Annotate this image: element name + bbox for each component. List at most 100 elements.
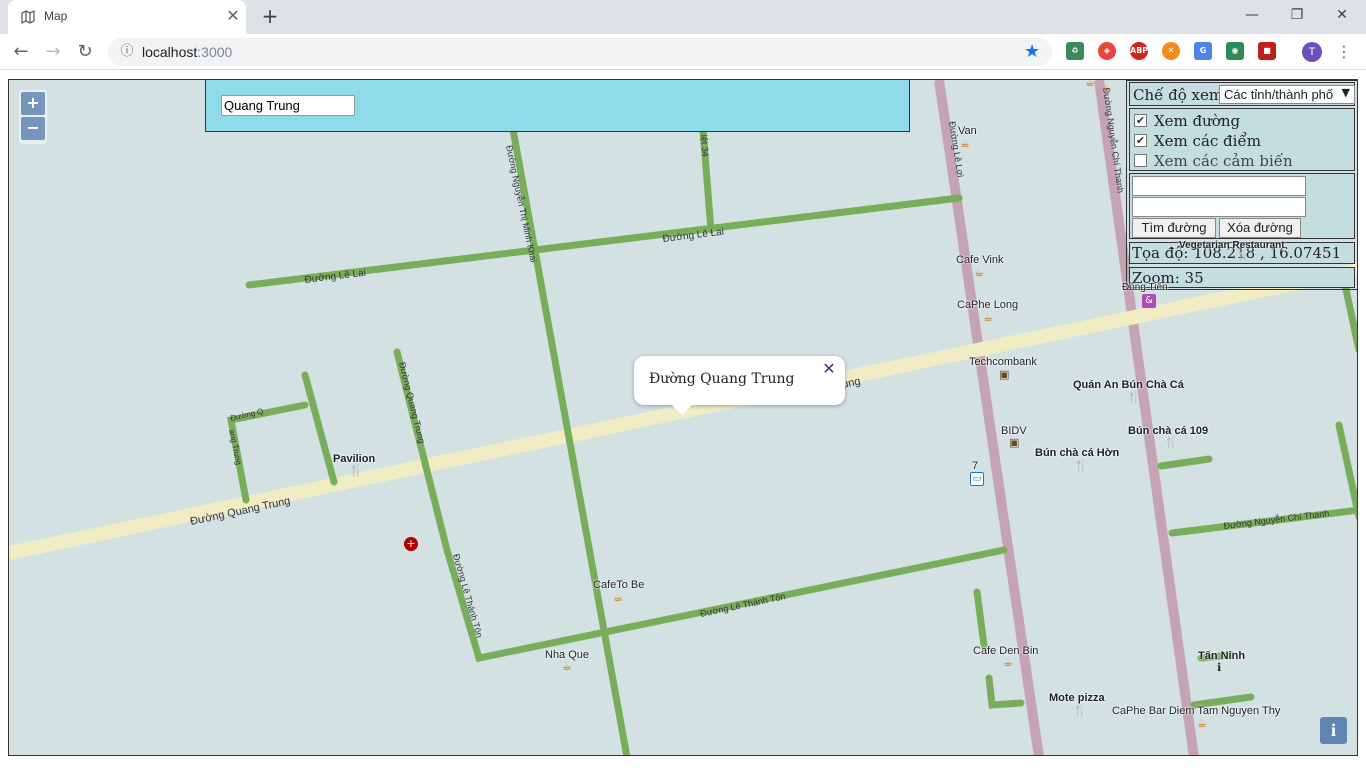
cafe-icon[interactable]: ☕	[974, 266, 984, 279]
restore-icon[interactable]: ❐	[1277, 4, 1317, 26]
layers-box: ✔ Xem đường ✔ Xem các điểm Xem các cảm b…	[1129, 108, 1355, 171]
shield-extension-icon[interactable]: ◈	[1098, 42, 1116, 60]
cafe-icon[interactable]: ☕	[1003, 656, 1013, 669]
cafe-icon[interactable]: ☕	[1085, 80, 1095, 89]
poi-tan-ninh-label: Tấn Ninh	[1198, 650, 1246, 662]
road-east-v[interactable]	[1335, 421, 1358, 520]
site-info-icon[interactable]: ⓘ	[118, 43, 136, 61]
road-small-e2[interactable]	[973, 588, 988, 649]
layer-points-checkbox[interactable]: ✔	[1134, 134, 1147, 147]
bookmark-star-icon[interactable]: ★	[1024, 41, 1040, 62]
cafe-icon[interactable]: ☕	[960, 137, 970, 150]
browser-tab-strip: Map ✕ + — ❐ ✕	[0, 0, 1366, 34]
attribution-info-button[interactable]: i	[1320, 717, 1347, 744]
url-text: localhost:3000	[142, 44, 232, 60]
back-icon[interactable]: ←	[8, 39, 34, 65]
popup-road-name: Đường Quang Trung	[649, 371, 795, 387]
road-small-e3[interactable]	[985, 674, 1025, 709]
restaurant-icon[interactable]: 🍴	[1164, 436, 1178, 449]
view-mode-box: Chế độ xem: Các tỉnh/thành phố ▼	[1129, 82, 1355, 106]
cafe-icon[interactable]: ☕	[613, 591, 623, 604]
poi-caphe-bar-label: CaPhe Bar Diem Tam Nguyen Thy	[1112, 705, 1281, 717]
poi-techcombank-label: Techcombank	[969, 356, 1037, 368]
view-mode-select[interactable]: Các tỉnh/thành phố ▼	[1219, 85, 1355, 104]
cafe-icon[interactable]: ☕	[1197, 717, 1207, 730]
restaurant-icon[interactable]: 🍴	[1127, 391, 1141, 404]
close-tab-icon[interactable]: ✕	[224, 6, 242, 26]
tab-title: Map	[44, 9, 68, 23]
poi-mote-pizza-label: Mote pizza	[1049, 692, 1105, 704]
label-quang-trung-v: Đường Quang Trung	[397, 361, 427, 444]
road-small-e5[interactable]	[1190, 693, 1255, 709]
road-small-west[interactable]	[301, 371, 338, 486]
green-extension-icon[interactable]: ◉	[1226, 42, 1244, 60]
route-to-input[interactable]	[1132, 197, 1306, 217]
reload-icon[interactable]: ↻	[72, 39, 98, 65]
hospital-icon[interactable]: +	[404, 537, 418, 551]
road-small-e1[interactable]	[1157, 455, 1213, 470]
cafe-icon[interactable]: ☕	[1102, 82, 1112, 95]
road-popup: Đường Quang Trung ✕	[634, 356, 845, 415]
shop-icon[interactable]: &	[1142, 294, 1156, 308]
address-bar[interactable]: ⓘ localhost:3000 ★	[108, 38, 1052, 66]
restaurant-icon[interactable]: 🍴	[1073, 704, 1087, 717]
browser-toolbar: ← → ↻ ⓘ localhost:3000 ★ ♻ ◈ ABP ✕ G ◉ ■…	[0, 34, 1366, 70]
label-le-thanh-ton-h: Đường Lê Thánh Tôn	[699, 591, 786, 619]
cafe-icon[interactable]: ☕	[562, 660, 572, 673]
new-tab-button[interactable]: +	[258, 4, 282, 28]
zoom-out-button[interactable]: −	[21, 117, 45, 140]
layer-sensors-label: Xem các cảm biến	[1154, 152, 1293, 170]
clear-route-button[interactable]: Xóa đường	[1219, 218, 1301, 238]
bank-icon[interactable]: ▣	[999, 368, 1009, 381]
poi-vegetarian-label: Vegetarian Restaurant	[1179, 240, 1285, 251]
cafe-icon[interactable]: ☕	[983, 311, 993, 324]
browser-menu-icon[interactable]: ⋮	[1334, 40, 1354, 64]
restaurant-icon[interactable]: 🍴	[1236, 248, 1250, 261]
dropdown-arrow-icon: ▼	[1341, 86, 1350, 99]
road-east-v2[interactable]	[1340, 276, 1358, 353]
poi-van-label: Van	[958, 125, 977, 137]
layer-roads-label: Xem đường	[1154, 112, 1241, 130]
info-point-icon[interactable]: ℹ	[1217, 661, 1221, 674]
adblock-extension-icon[interactable]: ABP	[1130, 42, 1148, 60]
view-mode-value: Các tỉnh/thành phố	[1224, 87, 1334, 102]
label-nguyen-chi-thanh-h: Đường Nguyễn Chí Thanh	[1223, 508, 1330, 531]
profile-avatar[interactable]: T	[1302, 42, 1322, 62]
route-box: Tìm đường Xóa đường	[1129, 173, 1355, 239]
forward-icon[interactable]: →	[40, 39, 66, 65]
bank-icon[interactable]: ▣	[1009, 436, 1019, 449]
zoom-in-button[interactable]: +	[21, 92, 45, 115]
view-mode-label: Chế độ xem:	[1133, 86, 1229, 104]
label-road-34: iệt 34	[699, 134, 711, 157]
bus-stop-icon[interactable]: ▭	[970, 472, 984, 486]
label-le-lai-1: Đường Lê Lai	[304, 268, 367, 286]
url-host: localhost	[142, 44, 198, 60]
poi-dong-tien-label: Đồng Tiến	[1122, 282, 1168, 293]
poi-bun-cha-hon-label: Bún chà cá Hờn	[1035, 447, 1120, 459]
minimize-icon[interactable]: —	[1232, 4, 1272, 26]
layer-points-label: Xem các điểm	[1154, 132, 1261, 150]
restaurant-icon[interactable]: 🍴	[349, 464, 363, 477]
browser-tab[interactable]: Map ✕	[8, 0, 246, 34]
map-icon	[21, 9, 35, 25]
search-panel	[205, 80, 910, 132]
search-input[interactable]	[221, 95, 355, 116]
restaurant-icon[interactable]: 🍴	[1074, 459, 1088, 472]
orange-extension-icon[interactable]: ✕	[1162, 42, 1180, 60]
label-small-b: ang Trung	[227, 429, 243, 466]
recycle-extension-icon[interactable]: ♻	[1066, 42, 1084, 60]
translate-extension-icon[interactable]: G	[1194, 42, 1212, 60]
red-extension-icon[interactable]: ■	[1258, 42, 1276, 60]
url-port: :3000	[197, 44, 233, 60]
label-le-lai-2: Đường Lê Lai	[662, 227, 725, 245]
layer-roads-checkbox[interactable]: ✔	[1134, 114, 1147, 127]
map-canvas[interactable]: Đường Lê Lai Đường Lê Lai Đường Quang Tr…	[8, 79, 1358, 756]
poi-cafe-vink-label: Cafe Vink	[956, 254, 1004, 266]
find-route-button[interactable]: Tìm đường	[1132, 218, 1216, 238]
popup-close-icon[interactable]: ✕	[821, 360, 837, 378]
poi-bus-label: 7	[972, 460, 979, 472]
route-from-input[interactable]	[1132, 176, 1306, 196]
window-close-icon[interactable]: ✕	[1322, 4, 1362, 26]
poi-caphe-long-label: CaPhe Long	[957, 299, 1019, 311]
layer-sensors-checkbox[interactable]	[1134, 154, 1147, 167]
